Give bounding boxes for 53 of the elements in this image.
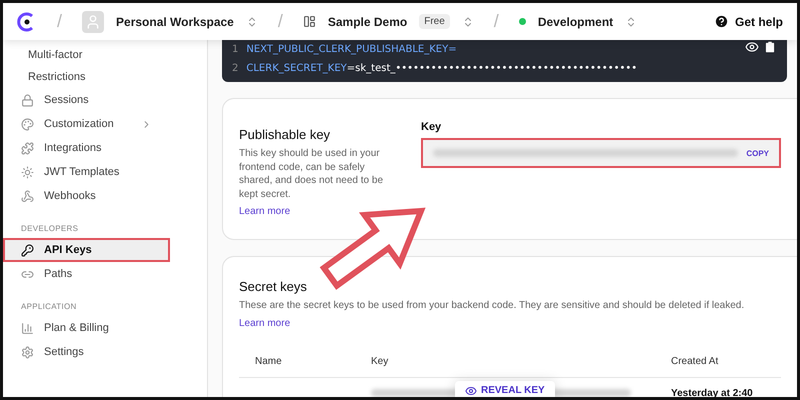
card-description: This key should be used in your frontend code, can be safely shared, and does not need to be kept secret. [239,147,384,201]
sidebar-subitem[interactable]: Multi-factor [3,44,207,66]
sidebar-icon [21,346,34,358]
status-dot [518,18,526,25]
sidebar-item[interactable]: API Keys [3,238,170,262]
layout-icon [302,15,316,28]
sidebar-item[interactable]: Webhooks [3,184,170,208]
help-link[interactable]: Get help [714,14,783,29]
app-name[interactable]: Sample Demo [328,14,408,28]
code-line: NEXT_PUBLIC_CLERK_PUBLISHABLE_KEY= [246,44,457,55]
plan-badge: Free [419,14,450,29]
sidebar-item[interactable]: Integrations [3,136,170,160]
sidebar-item[interactable]: JWT Templates [3,160,170,184]
sidebar-item[interactable]: Sessions [3,88,170,112]
column-header: Name [239,346,355,378]
sidebar-item[interactable]: Settings [3,340,170,364]
code-line: CLERK_SECRET_KEY=sk_test_••••••••••••••••••••••••••••••••••••••••• [246,63,638,74]
breadcrumb-divider: / [494,11,499,32]
environment-name[interactable]: Development [538,14,614,28]
key-field[interactable]: COPY [421,138,781,168]
eye-icon [465,384,477,396]
workspace-name[interactable]: Personal Workspace [116,14,234,28]
copy-button[interactable]: COPY [746,148,769,158]
sidebar-icon [21,94,34,106]
section-heading: APPLICATION [20,302,78,311]
sidebar-icon [21,166,34,178]
learn-more-link[interactable]: Learn more [239,318,290,328]
sidebar-icon [21,244,34,256]
sidebar-icon [21,118,34,130]
sidebar-icon [21,190,34,202]
column-header: Key [355,346,655,378]
line-number: 2 [232,63,238,74]
sidebar-icon [21,322,34,334]
sidebar-item[interactable]: Plan & Billing [3,316,170,340]
line-number: 1 [232,44,238,55]
breadcrumb-divider: / [57,11,62,32]
field-label: Key [421,121,442,133]
learn-more-link[interactable]: Learn more [239,206,290,217]
sidebar-item[interactable]: Paths [3,262,170,286]
sidebar-subitem[interactable]: Restrictions [3,66,207,88]
card-title: Publishable key [239,127,332,142]
card-title: Secret keys [239,279,308,294]
avatar-icon [82,10,104,32]
sidebar-icon [21,142,34,154]
eye-icon[interactable] [745,40,759,54]
column-header: Created At [655,346,781,378]
card-description: These are the secret keys to be used from your backend code. They are sensitive and should be deleted if leaked. [239,299,746,312]
breadcrumb-divider: / [278,11,283,32]
help-icon [714,14,729,29]
clipboard-icon[interactable] [763,40,777,54]
section-heading: DEVELOPERS [20,224,80,233]
reveal-key-button[interactable]: REVEAL KEY [455,380,555,397]
sidebar-item[interactable]: Customization [3,112,170,136]
